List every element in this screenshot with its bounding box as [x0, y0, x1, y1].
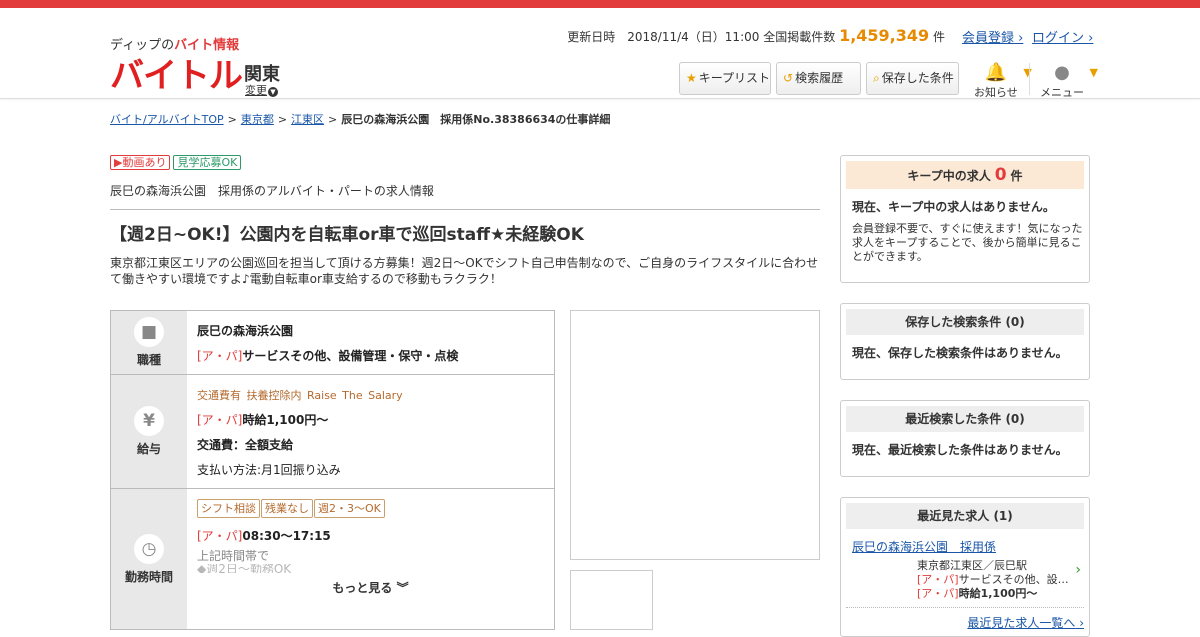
video-badge: ▶動画あり: [110, 155, 171, 170]
site-header: ディップのバイト情報 バイトル 関東 変更 ▼ 更新日時 2018/11/4（日）…: [0, 8, 1200, 99]
listings-count: 1,459,349: [839, 26, 930, 45]
yen-icon: ¥: [134, 406, 164, 436]
recent-job-link[interactable]: 辰巳の森海浜公園 採用係: [852, 540, 996, 554]
star-icon: ★: [686, 71, 697, 85]
divider: [1029, 63, 1030, 95]
login-link[interactable]: ログイン ›: [1032, 27, 1093, 46]
job-type-row: ■ 職種 辰巳の森海浜公園 [ア・パ]サービスその他、設備管理・保守・点検: [111, 311, 554, 375]
breadcrumb: バイト/アルバイトTOP > 東京都 > 江東区 > 辰巳の森海浜公園 採用係No.3838…: [110, 113, 611, 126]
breadcrumb-top[interactable]: バイト/アルバイトTOP: [110, 113, 224, 126]
saved-conditions-button[interactable]: ⌕ 保存した条件: [866, 62, 959, 95]
visit-badge: 見学応募OK: [173, 155, 242, 170]
recent-job-item[interactable]: 辰巳の森海浜公園 採用係 東京都江東区／辰巳駅 [ア・パ]サービスその他、設… …: [846, 529, 1084, 601]
video-player[interactable]: [570, 310, 820, 560]
baitoru-logo[interactable]: バイトル: [110, 56, 243, 96]
bell-icon: 🔔: [984, 62, 1008, 83]
notifications-button[interactable]: 🔔 お知らせ ▼: [974, 62, 1032, 100]
pay-row: ¥ 給与 交通費有 扶養控除内 Raise The Salary [ア・パ]時給1…: [111, 375, 554, 489]
chip-days: 週2・3〜OK: [314, 499, 385, 518]
hours-row: ◷ 勤務時間 シフト相談 残業なし 週2・3〜OK [ア・パ]08:30～17:15 …: [111, 489, 554, 629]
chip-shift: シフト相談: [197, 499, 260, 518]
recent-search-panel: 最近検索した条件 (0) 現在、最近検索した条件はありません。: [840, 400, 1090, 477]
chip-no-overtime: 残業なし: [261, 499, 313, 518]
tagline: ディップのバイト情報: [110, 38, 240, 53]
chevron-down-icon: ▼: [268, 87, 278, 97]
menu-button[interactable]: ● メニュー ▼: [1040, 62, 1098, 100]
job-description: 東京都江東区エリアの公園巡回を担当して頂ける方募集！週2日～OKでシフト自己申告…: [110, 256, 819, 286]
recent-list-link[interactable]: 最近見た求人一覧へ ›: [967, 616, 1084, 630]
chevron-down-icon: ▼: [1023, 66, 1032, 79]
recent-viewed-panel: 最近見た求人 (1) 辰巳の森海浜公園 採用係 東京都江東区／辰巳駅 [ア・パ]…: [840, 497, 1090, 637]
update-info: 更新日時 2018/11/4（日）11:00 全国掲載件数 1,459,349 …: [567, 26, 945, 45]
show-more-button[interactable]: もっと見る ︾: [197, 579, 544, 596]
region-change-link[interactable]: 変更 ▼: [245, 82, 278, 98]
breadcrumb-ward[interactable]: 江東区: [291, 113, 324, 126]
breadcrumb-pref[interactable]: 東京都: [241, 113, 274, 126]
job-main: ▶動画あり 見学応募OK 辰巳の森海浜公園 採用係のアルバイト・パートの求人情報 …: [110, 155, 820, 287]
history-icon: ↺: [783, 71, 794, 85]
company-heading: 辰巳の森海浜公園 採用係のアルバイト・パートの求人情報: [110, 182, 820, 210]
chevron-down-icon: ︾: [396, 581, 409, 595]
keep-list-button[interactable]: ★ キープリスト: [679, 62, 771, 95]
chevron-right-icon: ›: [1075, 562, 1081, 578]
job-info-table: ■ 職種 辰巳の森海浜公園 [ア・パ]サービスその他、設備管理・保守・点検 ¥ 給与…: [110, 310, 555, 630]
job-title: 【週2日~OK!】公園内を自転車or車で巡回staff★未経験OK: [110, 225, 584, 245]
register-link[interactable]: 会員登録 ›: [962, 27, 1023, 46]
saved-conditions-panel: 保存した検索条件 (0) 現在、保存した検索条件はありません。: [840, 303, 1090, 380]
search-icon: ⌕: [873, 71, 880, 85]
clock-icon: ◷: [134, 533, 164, 564]
media-thumbnail[interactable]: [570, 570, 653, 630]
search-history-button[interactable]: ↺ 検索履歴: [776, 62, 861, 95]
briefcase-icon: ■: [134, 317, 164, 347]
keep-panel: キープ中の求人 0 件 現在、キープ中の求人はありません。 会員登録不要で、すぐに使…: [840, 155, 1090, 283]
top-accent-bar: [0, 0, 1200, 8]
chevron-down-icon: ▼: [1089, 66, 1098, 79]
breadcrumb-current: 辰巳の森海浜公園 採用係No.38386634の仕事詳細: [341, 113, 611, 126]
keep-count: 0: [994, 165, 1007, 185]
user-icon: ●: [1054, 62, 1070, 83]
